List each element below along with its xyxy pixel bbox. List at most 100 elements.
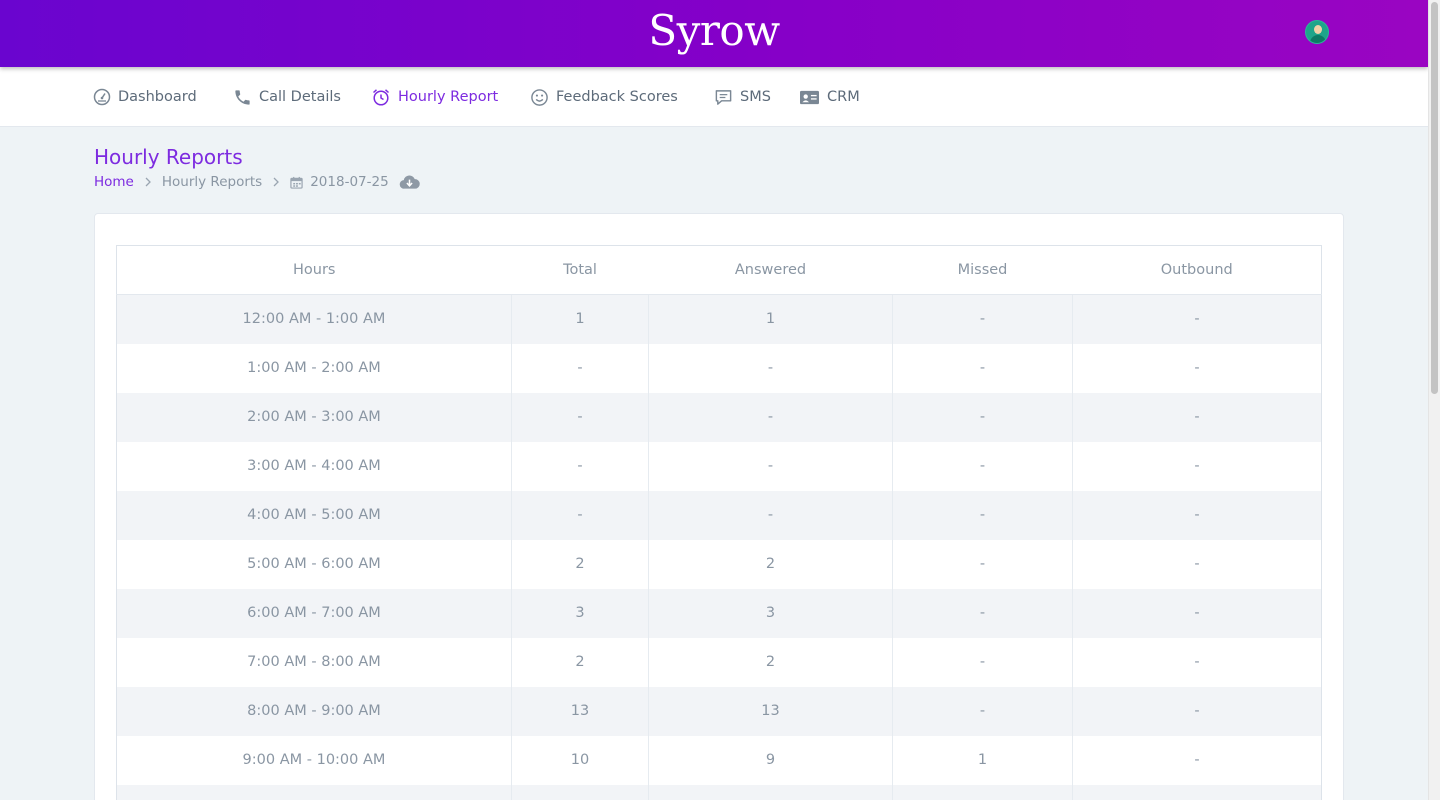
cell-hours: 1:00 AM - 2:00 AM	[116, 343, 512, 393]
page-scrollbar[interactable]	[1428, 0, 1440, 800]
cell-hours: 12:00 AM - 1:00 AM	[116, 294, 512, 344]
cell-total: -	[511, 392, 649, 442]
hourly-report-table: Hours Total Answered Missed Outbound 12:…	[116, 245, 1322, 800]
cell-answered: 1	[648, 294, 893, 344]
nav-label-feedback-scores: Feedback Scores	[556, 89, 678, 105]
cell-missed: -	[892, 392, 1073, 442]
cell-hours: 4:00 AM - 5:00 AM	[116, 490, 512, 540]
cell-total: 13	[511, 686, 649, 736]
nav-label-crm: CRM	[827, 89, 860, 105]
cell-missed: -	[892, 441, 1073, 491]
table-row: 3:00 AM - 4:00 AM - - - -	[116, 441, 1322, 491]
table-row: 5:00 AM - 6:00 AM 2 2 - -	[116, 539, 1322, 589]
cell-total	[511, 784, 649, 800]
nav-label-call-details: Call Details	[259, 89, 341, 105]
column-header-missed[interactable]: Missed	[892, 245, 1073, 295]
user-avatar-icon[interactable]	[1305, 20, 1329, 44]
cell-missed: -	[892, 343, 1073, 393]
cell-answered: -	[648, 490, 893, 540]
cell-answered: 3	[648, 588, 893, 638]
cell-missed: -	[892, 490, 1073, 540]
cell-answered: 9	[648, 735, 893, 785]
nav-label-dashboard: Dashboard	[118, 89, 197, 105]
brand-logo[interactable]: Syrow	[0, 6, 1428, 56]
cell-hours: 7:00 AM - 8:00 AM	[116, 637, 512, 687]
table-row: 6:00 AM - 7:00 AM 3 3 - -	[116, 588, 1322, 638]
column-header-answered[interactable]: Answered	[648, 245, 893, 295]
cell-hours: 3:00 AM - 4:00 AM	[116, 441, 512, 491]
column-header-outbound[interactable]: Outbound	[1072, 245, 1322, 295]
chevron-right-icon	[272, 176, 280, 188]
smiley-icon	[531, 88, 548, 106]
nav-item-crm[interactable]: CRM	[799, 67, 860, 127]
cell-missed: -	[892, 686, 1073, 736]
cell-outbound: -	[1072, 294, 1322, 344]
table-row: 7:00 AM - 8:00 AM 2 2 - -	[116, 637, 1322, 687]
cell-outbound: -	[1072, 539, 1322, 589]
cell-answered: -	[648, 392, 893, 442]
cell-hours: 5:00 AM - 6:00 AM	[116, 539, 512, 589]
calendar-icon	[290, 176, 303, 189]
cell-outbound: -	[1072, 588, 1322, 638]
nav-item-dashboard[interactable]: Dashboard	[93, 67, 197, 127]
breadcrumb: Home Hourly Reports 2018-07-25	[94, 172, 420, 192]
cell-outbound: -	[1072, 637, 1322, 687]
cell-answered: 2	[648, 637, 893, 687]
cell-missed: 1	[892, 735, 1073, 785]
breadcrumb-current: Hourly Reports	[161, 174, 263, 190]
report-card: Hours Total Answered Missed Outbound 12:…	[94, 213, 1344, 800]
cell-missed: -	[892, 588, 1073, 638]
cell-outbound: -	[1072, 441, 1322, 491]
cell-hours: 9:00 AM - 10:00 AM	[116, 735, 512, 785]
message-icon	[715, 89, 732, 105]
avatar-head	[1314, 25, 1322, 34]
cell-hours: 6:00 AM - 7:00 AM	[116, 588, 512, 638]
dashboard-icon	[93, 88, 111, 106]
contact-card-icon	[800, 90, 819, 104]
nav-label-hourly-report: Hourly Report	[398, 89, 499, 105]
cell-total: 1	[511, 294, 649, 344]
page-title: Hourly Reports	[94, 145, 243, 169]
cell-total: 2	[511, 539, 649, 589]
cell-total: 3	[511, 588, 649, 638]
cell-answered	[648, 784, 893, 800]
cell-total: -	[511, 343, 649, 393]
table-row: 12:00 AM - 1:00 AM 1 1 - -	[116, 294, 1322, 344]
nav-item-call-details[interactable]: Call Details	[233, 67, 341, 127]
avatar-body	[1310, 35, 1326, 43]
table-header-row: Hours Total Answered Missed Outbound	[116, 245, 1322, 295]
chevron-right-icon	[144, 176, 152, 188]
top-header: Syrow	[0, 0, 1428, 67]
cell-missed: -	[892, 539, 1073, 589]
alarm-clock-icon	[372, 89, 390, 106]
cloud-download-icon[interactable]	[399, 174, 420, 190]
table-row: 2:00 AM - 3:00 AM - - - -	[116, 392, 1322, 442]
cell-missed	[892, 784, 1073, 800]
cell-answered: -	[648, 343, 893, 393]
cell-outbound: -	[1072, 490, 1322, 540]
cell-hours: 8:00 AM - 9:00 AM	[116, 686, 512, 736]
main-nav: Dashboard Call Details Hourly Report Fee…	[0, 67, 1428, 127]
cell-answered: 13	[648, 686, 893, 736]
cell-missed: -	[892, 294, 1073, 344]
nav-item-hourly-report[interactable]: Hourly Report	[371, 67, 498, 127]
cell-hours: 2:00 AM - 3:00 AM	[116, 392, 512, 442]
cell-hours	[116, 784, 512, 800]
column-header-hours[interactable]: Hours	[116, 245, 512, 295]
breadcrumb-home-link[interactable]: Home	[94, 174, 134, 190]
nav-item-sms[interactable]: SMS	[714, 67, 771, 127]
cell-answered: 2	[648, 539, 893, 589]
cell-total: -	[511, 441, 649, 491]
cell-missed: -	[892, 637, 1073, 687]
scrollbar-thumb[interactable]	[1431, 2, 1438, 394]
cell-answered: -	[648, 441, 893, 491]
nav-item-feedback-scores[interactable]: Feedback Scores	[530, 67, 678, 127]
nav-label-sms: SMS	[740, 89, 771, 105]
table-row: 1:00 AM - 2:00 AM - - - -	[116, 343, 1322, 393]
table-row	[116, 784, 1322, 800]
table-row: 9:00 AM - 10:00 AM 10 9 1 -	[116, 735, 1322, 785]
table-row: 8:00 AM - 9:00 AM 13 13 - -	[116, 686, 1322, 736]
column-header-total[interactable]: Total	[511, 245, 649, 295]
report-date: 2018-07-25	[310, 174, 389, 190]
cell-outbound: -	[1072, 686, 1322, 736]
